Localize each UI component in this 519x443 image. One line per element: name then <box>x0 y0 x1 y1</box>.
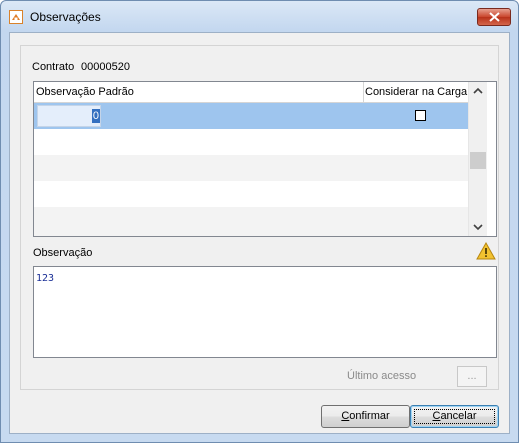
table-row[interactable] <box>34 207 468 236</box>
grid-vertical-scrollbar[interactable] <box>468 82 487 236</box>
close-button[interactable] <box>477 8 511 26</box>
observacao-padrao-value: 0 <box>91 109 100 123</box>
scroll-down-button[interactable] <box>469 218 487 236</box>
scroll-up-button[interactable] <box>469 82 487 100</box>
cancelar-button[interactable]: Cancelar <box>410 405 499 428</box>
table-row[interactable] <box>34 181 468 207</box>
observacao-label: Observação <box>33 247 93 259</box>
table-row[interactable] <box>34 129 468 155</box>
scroll-thumb[interactable] <box>470 152 486 169</box>
observacoes-dialog: Observações Contrato 00000520 Observação… <box>0 0 519 443</box>
confirmar-rest: onfirmar <box>349 410 390 422</box>
table-row[interactable] <box>34 155 468 181</box>
focus-rectangle <box>414 409 495 424</box>
column-divider[interactable] <box>363 82 364 102</box>
confirmar-label: Confirmar <box>341 410 389 422</box>
observacao-text: 123 <box>36 273 55 284</box>
grid-header: Observação Padrão Considerar na Carga <box>34 82 468 103</box>
column-header-considerar-na-carga[interactable]: Considerar na Carga <box>365 86 467 98</box>
title-bar[interactable]: Observações <box>1 1 518 31</box>
column-header-observacao-padrao[interactable]: Observação Padrão <box>36 86 134 98</box>
window-title: Observações <box>30 10 101 24</box>
ultimo-acesso-button[interactable]: ... <box>457 366 487 387</box>
close-icon <box>489 12 500 22</box>
dialog-client-area: Contrato 00000520 Observação Padrão Cons… <box>9 32 510 434</box>
warning-icon <box>476 242 496 260</box>
table-row[interactable]: 0 <box>34 103 468 129</box>
observacao-padrao-editor[interactable]: 0 <box>37 105 101 127</box>
ultimo-acesso-label: Último acesso <box>347 370 417 382</box>
considerar-na-carga-checkbox[interactable] <box>415 110 426 121</box>
contract-label: Contrato <box>32 61 75 73</box>
observacoes-grid[interactable]: Observação Padrão Considerar na Carga 0 <box>33 81 497 237</box>
contract-number: 00000520 <box>81 61 130 73</box>
chevron-down-icon <box>473 224 483 231</box>
observacao-textarea[interactable]: 123 <box>33 266 497 358</box>
app-icon <box>9 10 23 24</box>
confirmar-button[interactable]: Confirmar <box>321 405 410 428</box>
chevron-up-icon <box>473 87 483 94</box>
